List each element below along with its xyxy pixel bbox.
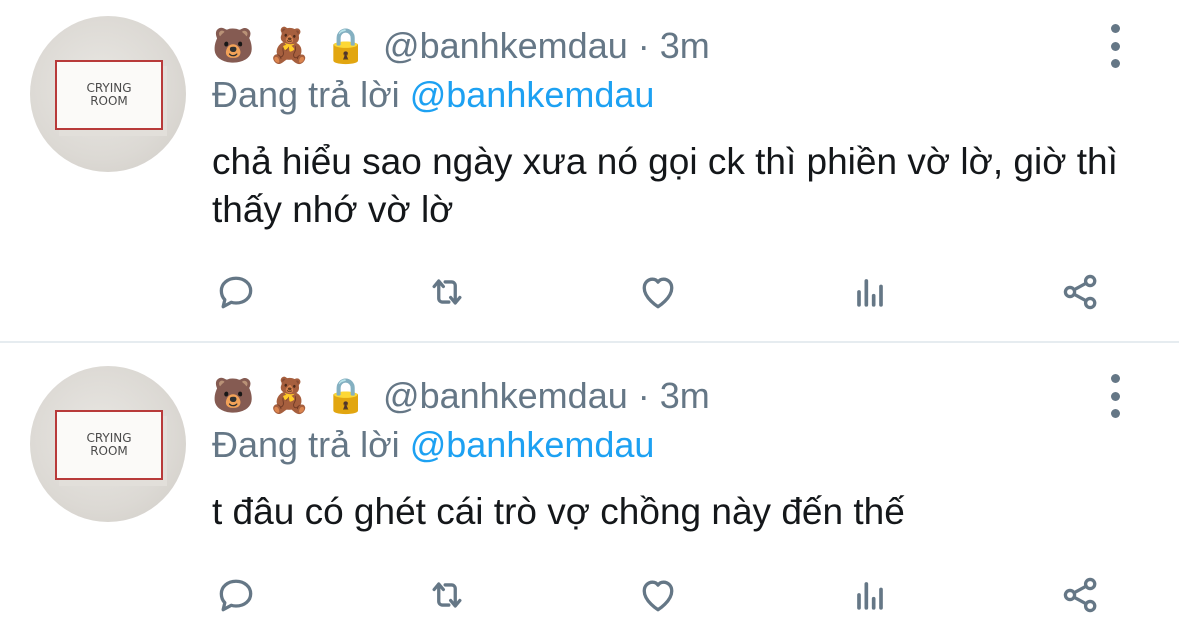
teddy-bear-icon: 🧸 (268, 376, 311, 416)
separator-dot: · (637, 25, 650, 66)
timestamp[interactable]: 3m (660, 375, 710, 417)
tweet-header: 🐻 🧸 🔒 @banhkemdau · 3m (212, 375, 710, 417)
tweet-text: chả hiểu sao ngày xưa nó gọi ck thì phiề… (212, 141, 1118, 230)
tweet-text: t đâu có ghét cái trò vợ chồng này đến t… (212, 491, 905, 532)
more-vertical-icon[interactable] (1101, 374, 1129, 418)
replying-to-label: Đang trả lời (212, 424, 400, 465)
avatar-sign: CRYING ROOM (55, 60, 163, 130)
like-button[interactable] (633, 570, 683, 620)
avatar[interactable]: CRYING ROOM (30, 16, 186, 172)
avatar-sign-line2: ROOM (90, 444, 128, 458)
avatar[interactable]: CRYING ROOM (30, 366, 186, 522)
retweet-button[interactable] (422, 570, 472, 620)
lock-icon: 🔒 (324, 26, 368, 66)
reply-button[interactable] (211, 267, 261, 317)
teddy-bear-icon: 🧸 (268, 26, 311, 66)
heart-icon (642, 580, 674, 612)
share-button[interactable] (1056, 267, 1106, 317)
analytics-icon (857, 582, 883, 610)
retweet-icon (432, 582, 462, 608)
tweet-header: 🐻 🧸 🔒 @banhkemdau · 3m (212, 25, 710, 67)
analytics-icon (857, 279, 883, 307)
replying-to-mention[interactable]: @banhkemdau (410, 424, 655, 465)
avatar-sign: CRYING ROOM (55, 410, 163, 480)
bear-face-icon: 🐻 (212, 376, 255, 416)
tweet[interactable]: CRYING ROOM 🐻 🧸 🔒 @banhkemdau · 3m Đang … (0, 0, 1179, 341)
separator-dot: · (637, 375, 650, 416)
tweet-divider (0, 341, 1179, 350)
bear-face-icon: 🐻 (212, 26, 255, 66)
timestamp[interactable]: 3m (660, 25, 710, 67)
analytics-button[interactable] (845, 570, 895, 620)
replying-to: Đang trả lời @banhkemdau (212, 424, 654, 466)
replying-to-label: Đang trả lời (212, 74, 400, 115)
avatar-sign-line2: ROOM (90, 94, 128, 108)
action-bar (0, 267, 1179, 317)
share-icon (1063, 274, 1097, 310)
more-vertical-icon[interactable] (1101, 24, 1129, 68)
replying-to: Đang trả lời @banhkemdau (212, 74, 654, 116)
share-button[interactable] (1056, 570, 1106, 620)
action-bar (0, 570, 1179, 620)
reply-icon (219, 579, 253, 612)
retweet-button[interactable] (422, 267, 472, 317)
reply-button[interactable] (211, 570, 261, 620)
user-handle[interactable]: @banhkemdau (383, 375, 628, 417)
replying-to-mention[interactable]: @banhkemdau (410, 74, 655, 115)
retweet-icon (432, 279, 462, 305)
lock-icon: 🔒 (324, 376, 368, 416)
share-icon (1063, 577, 1097, 613)
reply-icon (219, 276, 253, 309)
user-handle[interactable]: @banhkemdau (383, 25, 628, 67)
tweet[interactable]: CRYING ROOM 🐻 🧸 🔒 @banhkemdau · 3m Đang … (0, 350, 1179, 632)
heart-icon (642, 277, 674, 309)
analytics-button[interactable] (845, 267, 895, 317)
like-button[interactable] (633, 267, 683, 317)
